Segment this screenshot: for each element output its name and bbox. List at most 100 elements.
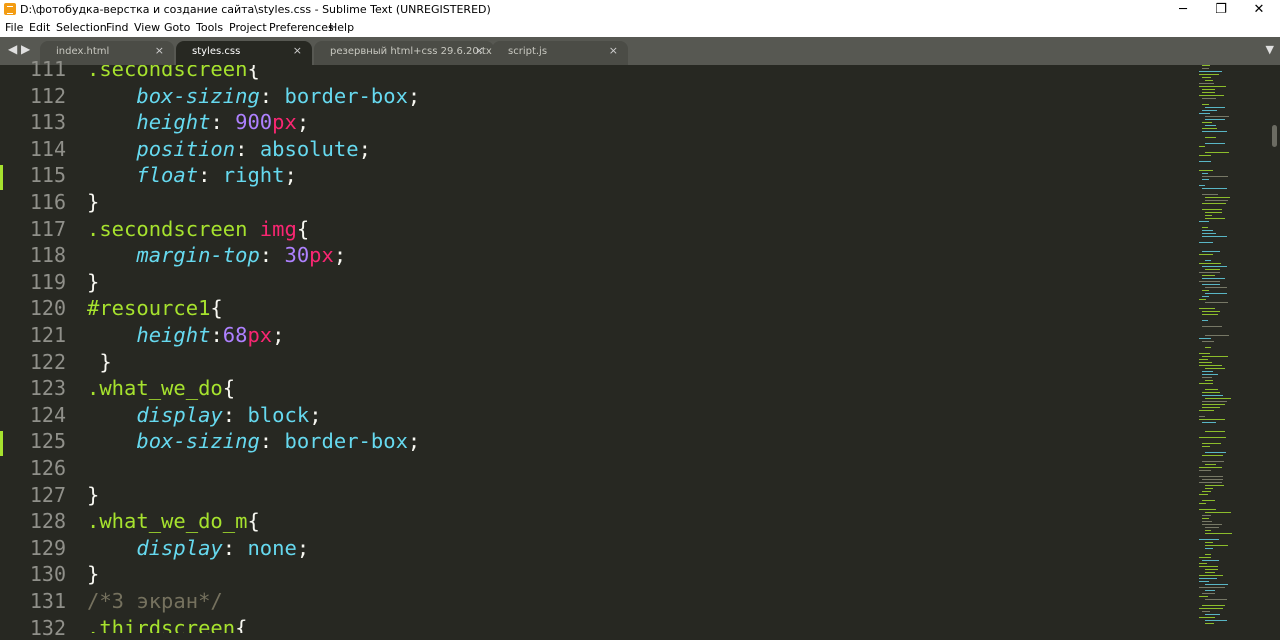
code-line: height: 900px;: [87, 110, 309, 134]
code-editor[interactable]: .secondscreen{ box-sizing: border-box; h…: [87, 65, 1197, 633]
window-title: D:\фотобудка-верстка и создание сайта\st…: [20, 3, 491, 16]
close-button[interactable]: ✕: [1240, 0, 1278, 19]
minimap-line: [1202, 374, 1218, 375]
code-line: float: right;: [87, 163, 296, 187]
line-number: 116: [29, 190, 66, 214]
minimap-line: [1199, 272, 1220, 273]
tab-close-icon[interactable]: ×: [475, 44, 484, 57]
code-token: absolute: [259, 136, 359, 161]
code-line: .thirdscreen{: [87, 616, 247, 633]
code-line: /*3 экран*/: [87, 589, 223, 613]
code-token: ;: [272, 323, 285, 347]
line-number: 115: [29, 163, 66, 188]
line-number: 114: [29, 136, 66, 161]
minimap-line: [1199, 494, 1208, 495]
modified-line-marker: [0, 165, 3, 191]
minimap-line: [1202, 65, 1210, 66]
code-token: ;: [407, 429, 421, 454]
minimap-line: [1205, 620, 1227, 621]
menu-find[interactable]: Find: [106, 21, 129, 34]
minimap-line: [1202, 518, 1209, 519]
minimap-line: [1205, 269, 1220, 270]
minimap-line: [1202, 491, 1211, 492]
code-token: {: [296, 216, 310, 241]
minimap-line: [1202, 278, 1225, 279]
code-token: px: [272, 110, 297, 135]
tab-script-js[interactable]: script.js ×: [492, 41, 628, 65]
minimap-line: [1199, 437, 1226, 438]
minimap-line: [1202, 104, 1209, 105]
line-number: 129: [29, 535, 66, 560]
minimap-line: [1202, 377, 1212, 378]
tab-close-icon[interactable]: ×: [155, 44, 164, 57]
code-token: display: [136, 535, 223, 560]
minimap-line: [1202, 77, 1211, 78]
menu-goto[interactable]: Goto: [164, 21, 190, 34]
title-bar: D:\фотобудка-верстка и создание сайта\st…: [0, 0, 1280, 19]
menu-file[interactable]: File: [5, 21, 23, 34]
menu-selection[interactable]: Selection: [56, 21, 107, 34]
minimap-line: [1199, 566, 1218, 567]
menu-tools[interactable]: Tools: [196, 21, 223, 34]
line-number: 128: [29, 509, 66, 534]
code-token: :: [259, 243, 285, 268]
menu-preferences[interactable]: Preferences: [269, 21, 334, 34]
code-token: }: [87, 482, 100, 507]
minimap-line: [1202, 266, 1227, 267]
scrollbar-thumb[interactable]: [1272, 125, 1277, 147]
tab-nav-arrows[interactable]: ◀ ▶: [8, 42, 30, 56]
minimap-line: [1199, 353, 1210, 354]
minimap-line: [1205, 368, 1225, 369]
tab-close-icon[interactable]: ×: [293, 44, 302, 57]
minimap-line: [1199, 161, 1211, 162]
minimap-line: [1199, 383, 1213, 384]
minimap-line: [1199, 419, 1225, 420]
minimap-line: [1205, 542, 1213, 543]
code-line: .what_we_do{: [87, 376, 235, 400]
menu-view[interactable]: View: [134, 21, 160, 34]
line-number: 112: [29, 83, 66, 108]
code-token: ;: [296, 535, 310, 560]
minimap[interactable]: [1197, 65, 1265, 633]
minimap-line: [1202, 68, 1209, 69]
minimize-button[interactable]: ─: [1164, 0, 1202, 19]
minimap-line: [1199, 362, 1212, 363]
tab-backup-txt[interactable]: резервный html+css 29.6.20.txt ×: [314, 41, 496, 65]
minimap-line: [1202, 320, 1208, 321]
tab-styles-css[interactable]: styles.css ×: [176, 41, 312, 65]
vertical-scrollbar[interactable]: [1270, 65, 1280, 633]
maximize-button[interactable]: ❐: [1202, 0, 1240, 19]
minimap-line: [1202, 122, 1212, 123]
minimap-line: [1202, 284, 1220, 285]
minimap-line: [1199, 242, 1213, 243]
minimap-line: [1202, 188, 1227, 189]
menu-edit[interactable]: Edit: [29, 21, 50, 34]
minimap-line: [1202, 515, 1211, 516]
menu-help[interactable]: Help: [329, 21, 354, 34]
minimap-line: [1199, 470, 1211, 471]
minimap-line: [1202, 110, 1217, 111]
code-token: 900: [235, 110, 273, 135]
tab-dropdown-icon[interactable]: ▼: [1266, 43, 1274, 56]
minimap-line: [1205, 530, 1211, 531]
tab-close-icon[interactable]: ×: [609, 44, 618, 57]
minimap-line: [1202, 392, 1220, 393]
minimap-line: [1205, 554, 1211, 555]
minimap-line: [1199, 263, 1221, 264]
modified-line-marker: [0, 431, 3, 457]
minimap-line: [1205, 533, 1232, 534]
minimap-line: [1202, 611, 1210, 612]
minimap-line: [1205, 218, 1225, 219]
code-token: }: [87, 269, 100, 294]
minimap-line: [1205, 80, 1213, 81]
minimap-line: [1199, 575, 1223, 576]
minimap-line: [1205, 335, 1229, 336]
minimap-line: [1199, 170, 1213, 171]
menu-project[interactable]: Project: [229, 21, 267, 34]
line-number-gutter: 111 112 113 114 115 116 117 118 119 120 121 122 123 1…: [0, 57, 82, 640]
code-token: }: [87, 190, 100, 214]
code-token: block: [247, 402, 310, 427]
